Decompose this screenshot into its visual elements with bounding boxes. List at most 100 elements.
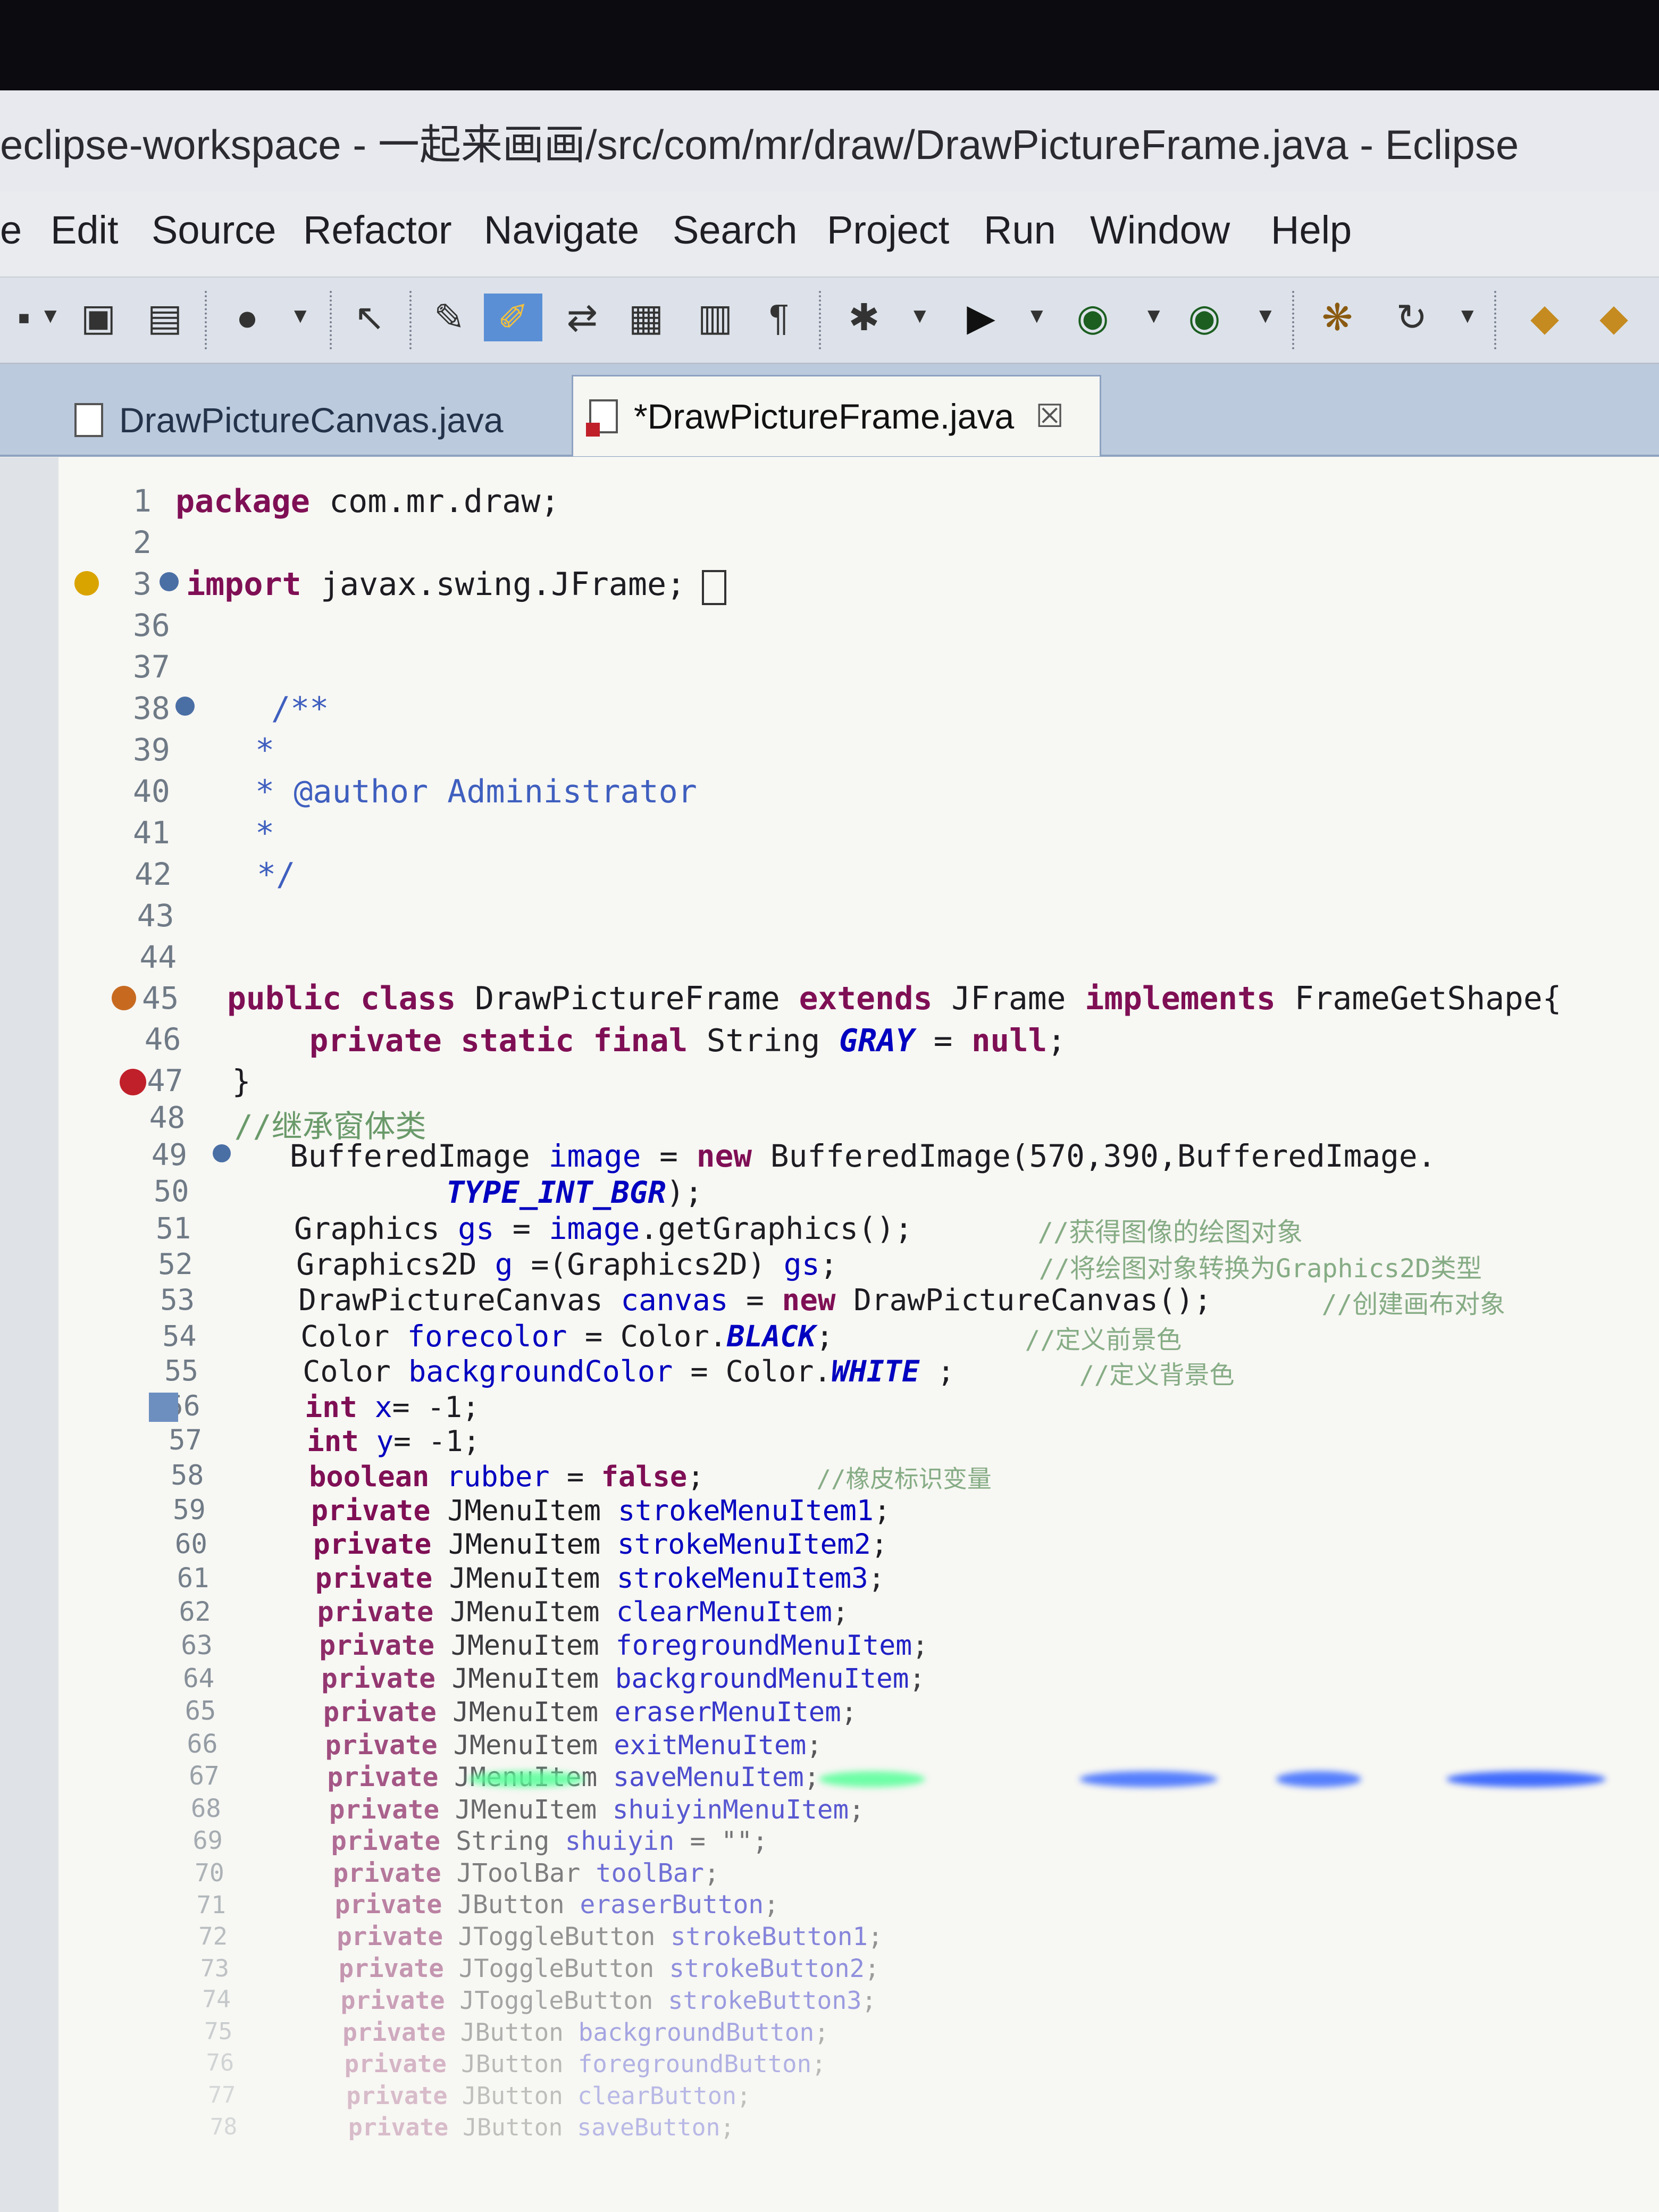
save-all-icon[interactable]: ▤ bbox=[141, 294, 189, 341]
code-line[interactable]: private JMenuItem shuiyinMenuItem; bbox=[329, 1794, 865, 1825]
screen-glare bbox=[468, 1771, 585, 1788]
code-line[interactable]: private JToggleButton strokeButton1; bbox=[337, 1922, 883, 1951]
open-type-icon[interactable]: ▦ bbox=[622, 294, 670, 341]
menu-file[interactable]: e bbox=[0, 207, 22, 253]
export-icon[interactable]: ◆ bbox=[1590, 294, 1638, 341]
menu-source[interactable]: Source bbox=[152, 207, 276, 253]
warning-icon[interactable] bbox=[112, 986, 136, 1010]
chevron-down-icon[interactable]: ▼ bbox=[1457, 304, 1478, 328]
save-icon[interactable]: ▣ bbox=[74, 294, 122, 341]
screen-glare bbox=[819, 1771, 925, 1788]
code-line[interactable]: private JToolBar toolBar; bbox=[333, 1858, 719, 1888]
line-number: 78 bbox=[210, 2113, 238, 2140]
chevron-down-icon[interactable]: ▼ bbox=[290, 304, 311, 328]
bookmark-icon[interactable] bbox=[149, 1392, 178, 1422]
code-line[interactable]: private JToggleButton strokeButton3; bbox=[340, 1986, 876, 2015]
menu-window[interactable]: Window bbox=[1090, 207, 1230, 253]
fold-icon[interactable] bbox=[175, 697, 195, 716]
refresh-icon[interactable]: ↻ bbox=[1388, 294, 1436, 341]
highlight-icon[interactable]: ✐ bbox=[484, 294, 542, 341]
code-line[interactable]: } bbox=[232, 1063, 250, 1100]
outline-icon[interactable]: ▥ bbox=[691, 294, 739, 341]
step-icon[interactable]: ⇄ bbox=[558, 294, 606, 341]
close-icon[interactable]: ☒ bbox=[1035, 398, 1064, 435]
line-number: 53 bbox=[160, 1283, 195, 1317]
code-line[interactable]: int x= -1; bbox=[305, 1390, 480, 1424]
paragraph-icon[interactable]: ¶ bbox=[755, 294, 803, 341]
code-line[interactable]: private JButton foregroundButton; bbox=[345, 2050, 826, 2078]
code-line[interactable]: package com.mr.draw; bbox=[175, 483, 559, 520]
code-line[interactable]: DrawPictureCanvas canvas = new DrawPictu… bbox=[298, 1283, 1212, 1318]
error-icon[interactable] bbox=[120, 1069, 146, 1095]
code-line[interactable]: public class DrawPictureFrame extends JF… bbox=[227, 981, 1562, 1017]
menu-search[interactable]: Search bbox=[673, 207, 797, 253]
run-config-icon[interactable]: ◉ bbox=[1069, 294, 1117, 341]
line-number: 47 bbox=[147, 1063, 183, 1099]
menu-edit[interactable]: Edit bbox=[51, 207, 119, 253]
code-line[interactable]: int y= -1; bbox=[307, 1425, 480, 1458]
chevron-down-icon[interactable]: ▼ bbox=[40, 304, 61, 328]
code-line[interactable]: */ bbox=[257, 856, 295, 893]
menu-project[interactable]: Project bbox=[827, 207, 949, 253]
chevron-down-icon[interactable]: ▼ bbox=[1255, 304, 1276, 328]
line-number: 71 bbox=[196, 1890, 226, 1919]
code-line[interactable]: private JMenuItem backgroundMenuItem; bbox=[321, 1663, 925, 1695]
code-line[interactable]: Graphics gs = image.getGraphics(); bbox=[294, 1211, 913, 1246]
chevron-down-icon[interactable]: ▼ bbox=[1026, 304, 1048, 328]
tab-drawpictureframe[interactable]: *DrawPictureFrame.java ☒ bbox=[572, 375, 1101, 456]
code-line[interactable]: private JMenuItem foregroundMenuItem; bbox=[319, 1630, 928, 1662]
code-line[interactable]: Graphics2D g =(Graphics2D) gs; bbox=[296, 1247, 838, 1282]
code-line[interactable]: private JMenuItem strokeMenuItem2; bbox=[313, 1528, 888, 1561]
line-number: 57 bbox=[169, 1425, 202, 1457]
code-line[interactable]: private JMenuItem exitMenuItem; bbox=[325, 1729, 823, 1761]
warning-icon[interactable] bbox=[74, 571, 99, 596]
code-line[interactable]: private JButton clearButton; bbox=[346, 2082, 751, 2110]
line-number: 42 bbox=[135, 856, 172, 892]
code-line[interactable]: * bbox=[255, 732, 274, 769]
menu-help[interactable]: Help bbox=[1271, 207, 1352, 253]
chevron-down-icon[interactable]: ▼ bbox=[909, 304, 931, 328]
code-line[interactable]: /** bbox=[271, 690, 329, 727]
line-number: 36 bbox=[133, 607, 170, 643]
code-line[interactable]: private JButton eraserButton; bbox=[335, 1890, 779, 1920]
menu-refactor[interactable]: Refactor bbox=[303, 207, 452, 253]
debug-icon[interactable]: ✱ bbox=[840, 294, 888, 341]
open-folder-icon[interactable]: ◆ bbox=[1521, 294, 1569, 341]
code-comment: //将绘图对象转换为Graphics2D类型 bbox=[1038, 1253, 1482, 1284]
code-line[interactable]: private static final String GRAY = null; bbox=[309, 1022, 1066, 1059]
line-number: 1 bbox=[133, 483, 152, 519]
code-line[interactable]: private JMenuItem strokeMenuItem3; bbox=[315, 1562, 885, 1595]
code-line[interactable]: private JMenuItem eraserMenuItem; bbox=[323, 1696, 857, 1728]
menu-run[interactable]: Run bbox=[984, 207, 1056, 253]
annotation-icon[interactable]: ✎ bbox=[425, 294, 473, 341]
code-line[interactable]: private JMenuItem strokeMenuItem1; bbox=[311, 1494, 891, 1527]
code-line[interactable]: private JToggleButton strokeButton2; bbox=[339, 1954, 879, 1983]
line-number: 66 bbox=[187, 1729, 218, 1759]
code-line[interactable]: private JButton saveButton; bbox=[348, 2114, 734, 2141]
line-number: 54 bbox=[162, 1319, 197, 1353]
code-line[interactable]: private String shuiyin = ""; bbox=[331, 1826, 768, 1856]
fold-icon[interactable] bbox=[160, 572, 179, 591]
code-editor[interactable]: 1 package com.mr.draw; 2 3 import javax.swin… bbox=[0, 457, 1659, 2212]
code-line[interactable]: Color forecolor = Color.BLACK; bbox=[300, 1319, 833, 1354]
code-line[interactable]: * @author Administrator bbox=[255, 773, 697, 810]
tab-drawpicturecanvas[interactable]: DrawPictureCanvas.java bbox=[58, 386, 537, 455]
code-line[interactable]: TYPE_INT_BGR); bbox=[446, 1175, 703, 1210]
globe-icon[interactable]: ● bbox=[223, 294, 271, 341]
fold-icon[interactable] bbox=[213, 1144, 231, 1162]
chevron-down-icon[interactable]: ▼ bbox=[1143, 304, 1164, 328]
run-icon[interactable]: ▶ bbox=[957, 294, 1005, 341]
folded-import-box[interactable] bbox=[702, 570, 726, 605]
code-line[interactable]: * bbox=[255, 815, 274, 852]
code-line[interactable]: BufferedImage image = new BufferedImage(… bbox=[290, 1138, 1436, 1174]
code-line[interactable]: private JMenuItem clearMenuItem; bbox=[317, 1596, 849, 1628]
toolbar-separator bbox=[1494, 291, 1498, 349]
code-line[interactable]: Color backgroundColor = Color.WHITE ; bbox=[303, 1354, 954, 1388]
code-line[interactable]: boolean rubber = false; bbox=[309, 1460, 704, 1493]
ant-icon[interactable]: ❋ bbox=[1313, 294, 1361, 341]
code-line[interactable]: import javax.swing.JFrame; bbox=[186, 566, 685, 603]
menu-navigate[interactable]: Navigate bbox=[484, 207, 639, 253]
pointer-icon[interactable]: ↖ bbox=[346, 294, 393, 341]
code-line[interactable]: private JButton backgroundButton; bbox=[342, 2018, 829, 2047]
external-tool-icon[interactable]: ◉ bbox=[1180, 294, 1228, 341]
